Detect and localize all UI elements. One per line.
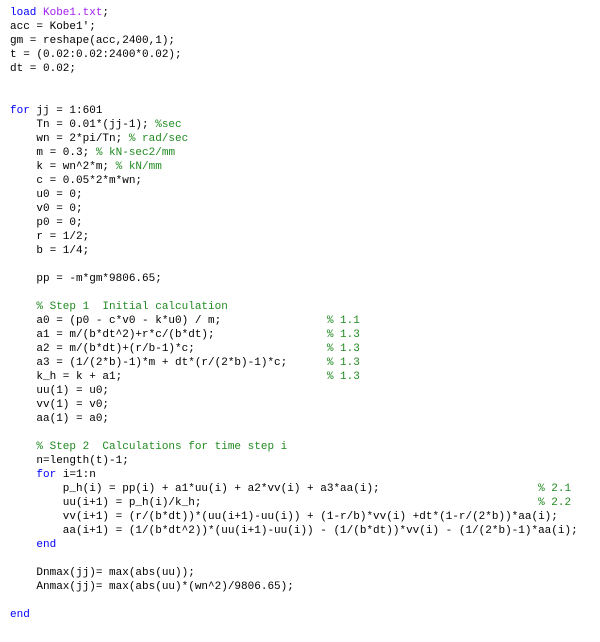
- comment-step2: % Step 2 Calculations for time step i: [10, 441, 287, 453]
- code-text: a3 = (1/(2*b)-1)*m + dt*(r/(2*b)-1)*c;: [10, 357, 327, 369]
- code-text: uu(i+1) = p_h(i)/k_h;: [10, 497, 538, 509]
- code-line: uu(i+1) = p_h(i)/k_h; % 2.2: [10, 497, 571, 509]
- code-line: aa(i+1) = (1/(b*dt^2))*(uu(i+1)-uu(i)) -…: [10, 525, 578, 537]
- comment: % 1.3: [327, 329, 360, 341]
- code-text: jj = 1:601: [30, 105, 103, 117]
- code-line: v0 = 0;: [10, 203, 83, 215]
- keyword-end: end: [10, 609, 30, 621]
- code-line: k = wn^2*m; % kN/mm: [10, 161, 162, 173]
- code-line: Dnmax(jj)= max(abs(uu));: [10, 567, 195, 579]
- code-line: dt = 0.02;: [10, 63, 76, 75]
- code-text: ;: [102, 7, 109, 19]
- code-line: pp = -m*gm*9806.65;: [10, 273, 162, 285]
- code-line: n=length(t)-1;: [10, 455, 129, 467]
- code-text: a2 = m/(b*dt)+(r/b-1)*c;: [10, 343, 327, 355]
- comment: % 1.1: [327, 315, 360, 327]
- comment: % kN/mm: [116, 161, 162, 173]
- code-line: vv(1) = v0;: [10, 399, 109, 411]
- comment: % 2.1: [538, 483, 571, 495]
- code-text: Tn = 0.01*(jj-1);: [36, 119, 155, 131]
- comment: % 1.3: [327, 357, 360, 369]
- comment: % 1.3: [327, 343, 360, 355]
- keyword-end: end: [36, 539, 56, 551]
- code-indent: [10, 539, 36, 551]
- code-line: vv(i+1) = (r/(b*dt))*(uu(i+1)-uu(i)) + (…: [10, 511, 558, 523]
- code-text: wn = 2*pi/Tn;: [36, 133, 128, 145]
- keyword-load: load: [10, 7, 36, 19]
- code-line: for jj = 1:601: [10, 105, 102, 117]
- code-line: for i=1:n: [10, 469, 96, 481]
- code-line: t = (0.02:0.02:2400*0.02);: [10, 49, 182, 61]
- string-filename: Kobe1.txt: [36, 7, 102, 19]
- code-line: acc = Kobe1';: [10, 21, 96, 33]
- code-line: aa(1) = a0;: [10, 413, 109, 425]
- code-line: p0 = 0;: [10, 217, 83, 229]
- code-indent: [10, 161, 36, 173]
- code-line: a0 = (p0 - c*v0 - k*u0) / m; % 1.1: [10, 315, 360, 327]
- code-line: end: [10, 539, 56, 551]
- code-line: uu(1) = u0;: [10, 385, 109, 397]
- code-indent: [10, 469, 36, 481]
- code-text: k_h = k + a1;: [10, 371, 327, 383]
- code-line: p_h(i) = pp(i) + a1*uu(i) + a2*vv(i) + a…: [10, 483, 571, 495]
- keyword-for: for: [10, 105, 30, 117]
- comment-step1: % Step 1 Initial calculation: [10, 301, 228, 313]
- comment: % 1.3: [327, 371, 360, 383]
- code-indent: [10, 147, 36, 159]
- code-line: r = 1/2;: [10, 231, 89, 243]
- comment: %sec: [155, 119, 181, 131]
- code-line: b = 1/4;: [10, 245, 89, 257]
- code-line: m = 0.3; % kN-sec2/mm: [10, 147, 175, 159]
- code-text: a0 = (p0 - c*v0 - k*u0) / m;: [10, 315, 327, 327]
- code-indent: [10, 119, 36, 131]
- code-line: end: [10, 609, 30, 621]
- code-line: load Kobe1.txt;: [10, 7, 109, 19]
- code-line: Anmax(jj)= max(abs(uu)*(wn^2)/9806.65);: [10, 581, 294, 593]
- code-text: p_h(i) = pp(i) + a1*uu(i) + a2*vv(i) + a…: [10, 483, 538, 495]
- code-line: u0 = 0;: [10, 189, 83, 201]
- code-line: wn = 2*pi/Tn; % rad/sec: [10, 133, 188, 145]
- code-text: m = 0.3;: [36, 147, 95, 159]
- code-line: c = 0.05*2*m*wn;: [10, 175, 142, 187]
- keyword-for: for: [36, 469, 56, 481]
- comment: % kN-sec2/mm: [96, 147, 175, 159]
- comment: % 2.2: [538, 497, 571, 509]
- code-block: load Kobe1.txt; acc = Kobe1'; gm = resha…: [10, 6, 594, 622]
- code-line: a3 = (1/(2*b)-1)*m + dt*(r/(2*b)-1)*c; %…: [10, 357, 360, 369]
- code-text: k = wn^2*m;: [36, 161, 115, 173]
- code-line: k_h = k + a1; % 1.3: [10, 371, 360, 383]
- code-line: Tn = 0.01*(jj-1); %sec: [10, 119, 182, 131]
- code-text: a1 = m/(b*dt^2)+r*c/(b*dt);: [10, 329, 327, 341]
- code-line: a2 = m/(b*dt)+(r/b-1)*c; % 1.3: [10, 343, 360, 355]
- code-line: gm = reshape(acc,2400,1);: [10, 35, 175, 47]
- comment: % rad/sec: [129, 133, 188, 145]
- code-text: i=1:n: [56, 469, 96, 481]
- code-indent: [10, 133, 36, 145]
- code-line: a1 = m/(b*dt^2)+r*c/(b*dt); % 1.3: [10, 329, 360, 341]
